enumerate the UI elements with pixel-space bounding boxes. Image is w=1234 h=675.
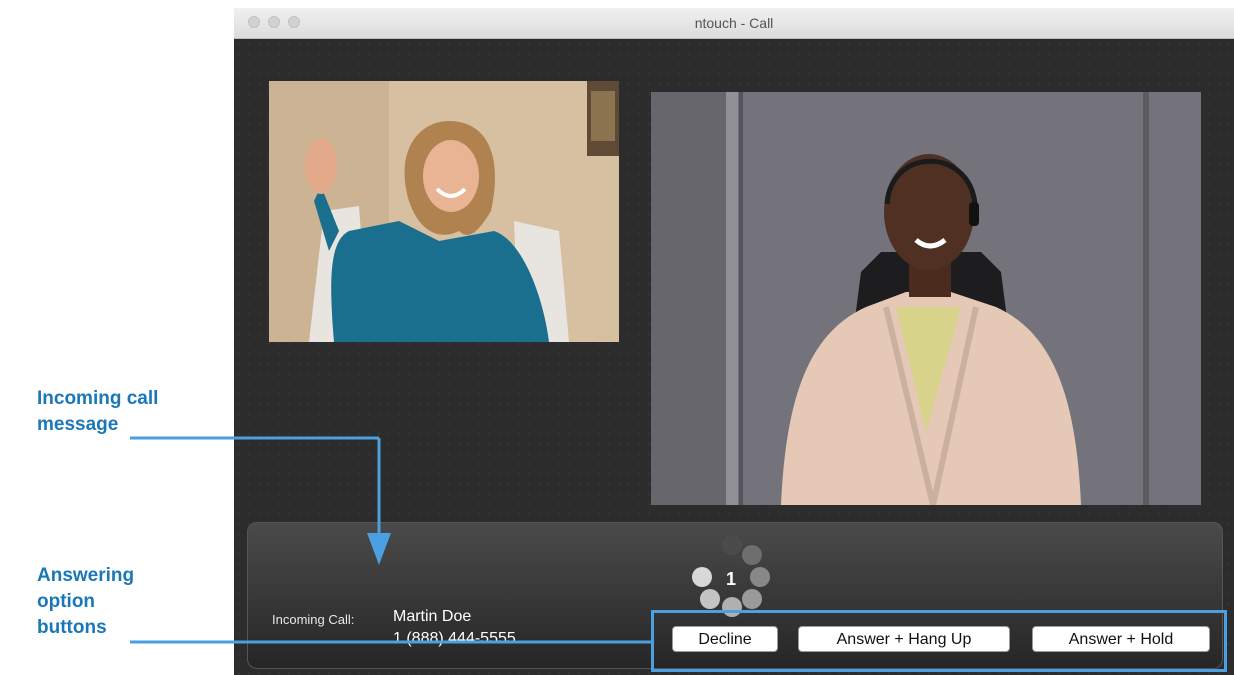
- incoming-call-label: Incoming Call:: [272, 612, 355, 627]
- caller-number: 1 (888) 444-5555: [393, 630, 516, 647]
- self-view-image: [269, 81, 619, 342]
- annotation-line: Answering: [37, 565, 135, 586]
- call-content-area: 1 Incoming Call: Martin Doe 1 (888) 444-…: [234, 39, 1234, 675]
- call-window: ntouch - Call 1 Incoming Call: Martin Do…: [234, 8, 1234, 675]
- remote-video: [651, 92, 1201, 505]
- annotation-line: buttons: [37, 617, 107, 638]
- annotation-incoming-call-message: Incoming call message: [37, 386, 158, 438]
- caller-name: Martin Doe: [393, 608, 472, 625]
- annotation-answering-option-buttons: Answering option buttons: [37, 563, 134, 641]
- self-view-video: [269, 81, 619, 342]
- ring-count: 1: [726, 569, 737, 589]
- title-bar: ntouch - Call: [234, 8, 1234, 39]
- annotation-line: Incoming call: [37, 388, 159, 409]
- answer-buttons-callout: [651, 610, 1227, 672]
- annotation-line: option: [37, 591, 96, 612]
- window-title: ntouch - Call: [694, 15, 774, 31]
- annotation-line: message: [37, 414, 119, 435]
- remote-video-image: [651, 92, 1201, 505]
